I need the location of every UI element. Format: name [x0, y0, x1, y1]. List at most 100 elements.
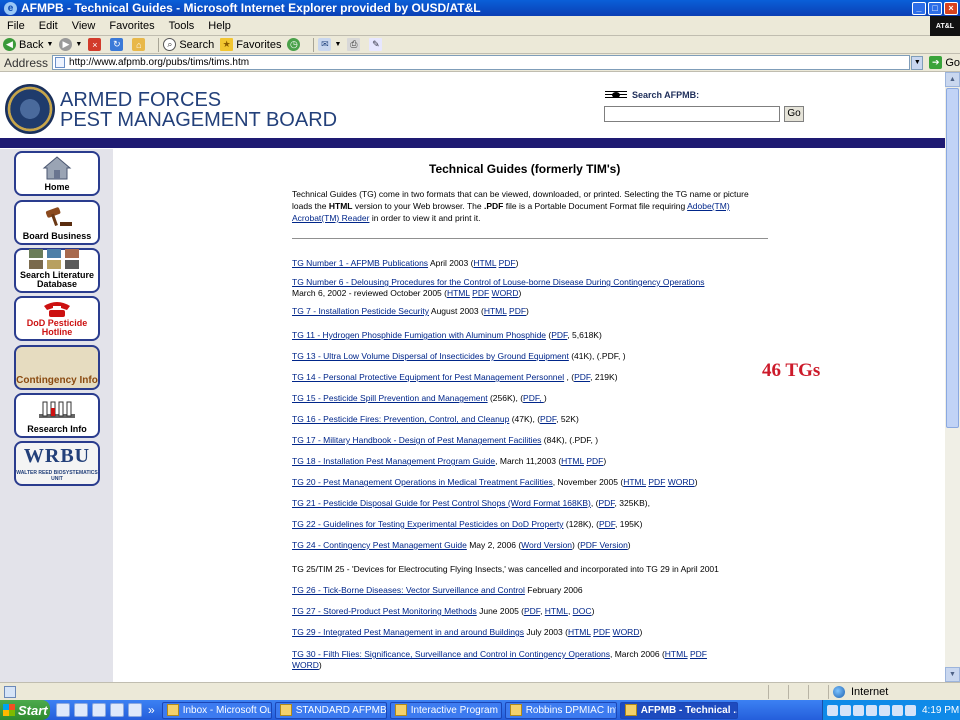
tg-title-link[interactable]: TG 24 - Contingency Pest Management Guid…	[292, 540, 467, 550]
excel-quicklaunch-icon[interactable]	[110, 703, 124, 717]
forward-button[interactable]: ▶ ▼	[59, 38, 82, 51]
menu-help[interactable]: Help	[201, 20, 238, 32]
tg-format-link[interactable]: WORD	[668, 477, 695, 487]
tg-title-link[interactable]: TG 21 - Pesticide Disposal Guide for Pes…	[292, 498, 591, 508]
tg-title-link[interactable]: TG 7 - Installation Pesticide Security	[292, 306, 429, 316]
tg-format-link[interactable]: PDF	[574, 372, 590, 382]
menu-view[interactable]: View	[65, 20, 103, 32]
site-brand[interactable]: ARMED FORCES PEST MANAGEMENT BOARD	[60, 90, 337, 130]
tg-format-link[interactable]: WORD	[492, 288, 519, 298]
site-search-go-button[interactable]: Go	[784, 106, 804, 122]
tg-format-link[interactable]: PDF,	[523, 393, 544, 403]
menu-edit[interactable]: Edit	[32, 20, 65, 32]
nav-research-info-button[interactable]: Research Info	[14, 393, 100, 438]
tg-title-link[interactable]: TG 11 - Hydrogen Phosphide Fumigation wi…	[292, 330, 546, 340]
tg-title-link[interactable]: TG 14 - Personal Protective Equipment fo…	[292, 372, 564, 382]
outlook-quicklaunch-icon[interactable]	[74, 703, 88, 717]
tg-format-link[interactable]: PDF Version	[580, 540, 628, 550]
tg-title-link[interactable]: TG 29 - Integrated Pest Management in an…	[292, 627, 524, 637]
mail-button[interactable]: ✉ ▼	[318, 38, 341, 51]
taskbar-task-button[interactable]: STANDARD AFPMB Te...	[274, 701, 387, 719]
tg-title-link[interactable]: TG 30 - Filth Flies: Significance, Surve…	[292, 649, 610, 659]
tg-format-link[interactable]: HTML	[484, 306, 507, 316]
tg-title-link[interactable]: TG Number 6 - Delousing Procedures for t…	[292, 277, 704, 287]
tray-icon[interactable]	[827, 704, 838, 716]
stop-button[interactable]: ×	[88, 38, 104, 51]
window-title-bar[interactable]: e AFMPB - Technical Guides - Microsoft I…	[0, 0, 960, 16]
close-button[interactable]: ×	[944, 1, 958, 15]
tray-icon[interactable]	[853, 704, 864, 716]
taskbar-task-button[interactable]: Robbins DPMIAC Intro...	[504, 701, 617, 719]
tg-format-link[interactable]: PDF	[524, 606, 540, 616]
edit-button[interactable]: ✎	[369, 38, 385, 51]
menu-tools[interactable]: Tools	[162, 20, 202, 32]
desktop-quicklaunch-icon[interactable]	[128, 703, 142, 717]
ie-quicklaunch-icon[interactable]	[56, 703, 70, 717]
tg-title-link[interactable]: TG 17 - Military Handbook - Design of Pe…	[292, 435, 541, 445]
tg-title-link[interactable]: TG 22 - Guidelines for Testing Experimen…	[292, 519, 564, 529]
search-button[interactable]: ⌕ Search	[163, 38, 214, 51]
tg-format-link[interactable]: PDF	[540, 414, 556, 424]
tray-icon[interactable]	[879, 704, 890, 716]
tg-format-link[interactable]: HTML	[447, 288, 470, 298]
tg-format-link[interactable]: HTML	[545, 606, 568, 616]
tg-format-link[interactable]: WORD	[292, 660, 319, 670]
tg-title-link[interactable]: TG 13 - Ultra Low Volume Dispersal of In…	[292, 351, 569, 361]
tg-format-link[interactable]: Word Version	[521, 540, 572, 550]
address-input[interactable]: http://www.afpmb.org/pubs/tims/tims.htm	[52, 55, 911, 70]
tray-icon[interactable]	[866, 704, 877, 716]
refresh-button[interactable]: ↻	[110, 38, 126, 51]
dod-seal-logo[interactable]	[5, 84, 55, 134]
menu-favorites[interactable]: Favorites	[102, 20, 161, 32]
tg-format-link[interactable]: DOC	[573, 606, 592, 616]
tg-format-link[interactable]: PDF	[690, 649, 707, 659]
tg-title-link[interactable]: TG 26 - Tick-Borne Diseases: Vector Surv…	[292, 585, 525, 595]
tg-format-link[interactable]: PDF	[599, 519, 615, 529]
tg-format-link[interactable]: PDF	[509, 306, 526, 316]
tray-icon[interactable]	[840, 704, 851, 716]
forward-dropdown-icon[interactable]: ▼	[75, 41, 82, 48]
site-search-input[interactable]	[604, 106, 780, 122]
tray-icon[interactable]	[905, 704, 916, 716]
tg-format-link[interactable]: HTML	[473, 258, 496, 268]
quicklaunch-overflow-icon[interactable]: »	[148, 703, 155, 717]
tg-format-link[interactable]: PDF	[593, 627, 610, 637]
nav-search-literature-button[interactable]: Search Literature Database	[14, 248, 100, 293]
nav-wrbu-button[interactable]: WRBU WALTER REED BIOSYSTEMATICS UNIT	[14, 441, 100, 486]
nav-home-button[interactable]: Home	[14, 151, 100, 196]
address-go-button[interactable]: ➔ Go	[929, 56, 960, 69]
tg-title-link[interactable]: TG 20 - Pest Management Operations in Me…	[292, 477, 553, 487]
tg-title-link[interactable]: TG 27 - Stored-Product Pest Monitoring M…	[292, 606, 477, 616]
tg-title-link[interactable]: TG 15 - Pesticide Spill Prevention and M…	[292, 393, 488, 403]
tg-title-link[interactable]: TG 18 - Installation Pest Management Pro…	[292, 456, 495, 466]
nav-board-business-button[interactable]: Board Business	[14, 200, 100, 245]
tg-format-link[interactable]: HTML	[561, 456, 584, 466]
home-button[interactable]: ⌂	[132, 38, 148, 51]
security-zone[interactable]: Internet	[828, 684, 960, 699]
tray-icon[interactable]	[892, 704, 903, 716]
start-button[interactable]: Start	[0, 700, 50, 720]
address-dropdown-icon[interactable]: ▼	[911, 55, 924, 70]
nav-pesticide-hotline-button[interactable]: DoD Pesticide Hotline	[14, 296, 100, 341]
mail-dropdown-icon[interactable]: ▼	[334, 41, 341, 48]
back-button[interactable]: ◀ Back ▼	[3, 38, 53, 51]
minimize-button[interactable]: _	[912, 1, 926, 15]
back-dropdown-icon[interactable]: ▼	[46, 41, 53, 48]
history-button[interactable]: ◷	[287, 38, 303, 51]
tg-format-link[interactable]: PDF	[551, 330, 567, 340]
scroll-up-arrow-icon[interactable]: ▲	[945, 72, 960, 87]
maximize-button[interactable]: □	[928, 1, 942, 15]
word-quicklaunch-icon[interactable]	[92, 703, 106, 717]
tg-format-link[interactable]: PDF	[499, 258, 516, 268]
taskbar-task-button[interactable]: AFPMB - Technical ...	[619, 701, 738, 719]
scroll-down-arrow-icon[interactable]: ▼	[945, 667, 960, 682]
nav-contingency-info-button[interactable]: Contingency Info	[14, 345, 100, 390]
print-button[interactable]: ⎙	[347, 38, 363, 51]
taskbar-task-button[interactable]: Inbox - Microsoft Outl...	[161, 701, 272, 719]
vertical-scrollbar[interactable]: ▲ ▼	[945, 72, 960, 682]
clock[interactable]: 4:19 PM	[922, 705, 959, 716]
tg-format-link[interactable]: PDF	[648, 477, 665, 487]
favorites-button[interactable]: ★ Favorites	[220, 38, 281, 51]
tg-format-link[interactable]: HTML	[568, 627, 591, 637]
tg-format-link[interactable]: HTML	[623, 477, 646, 487]
